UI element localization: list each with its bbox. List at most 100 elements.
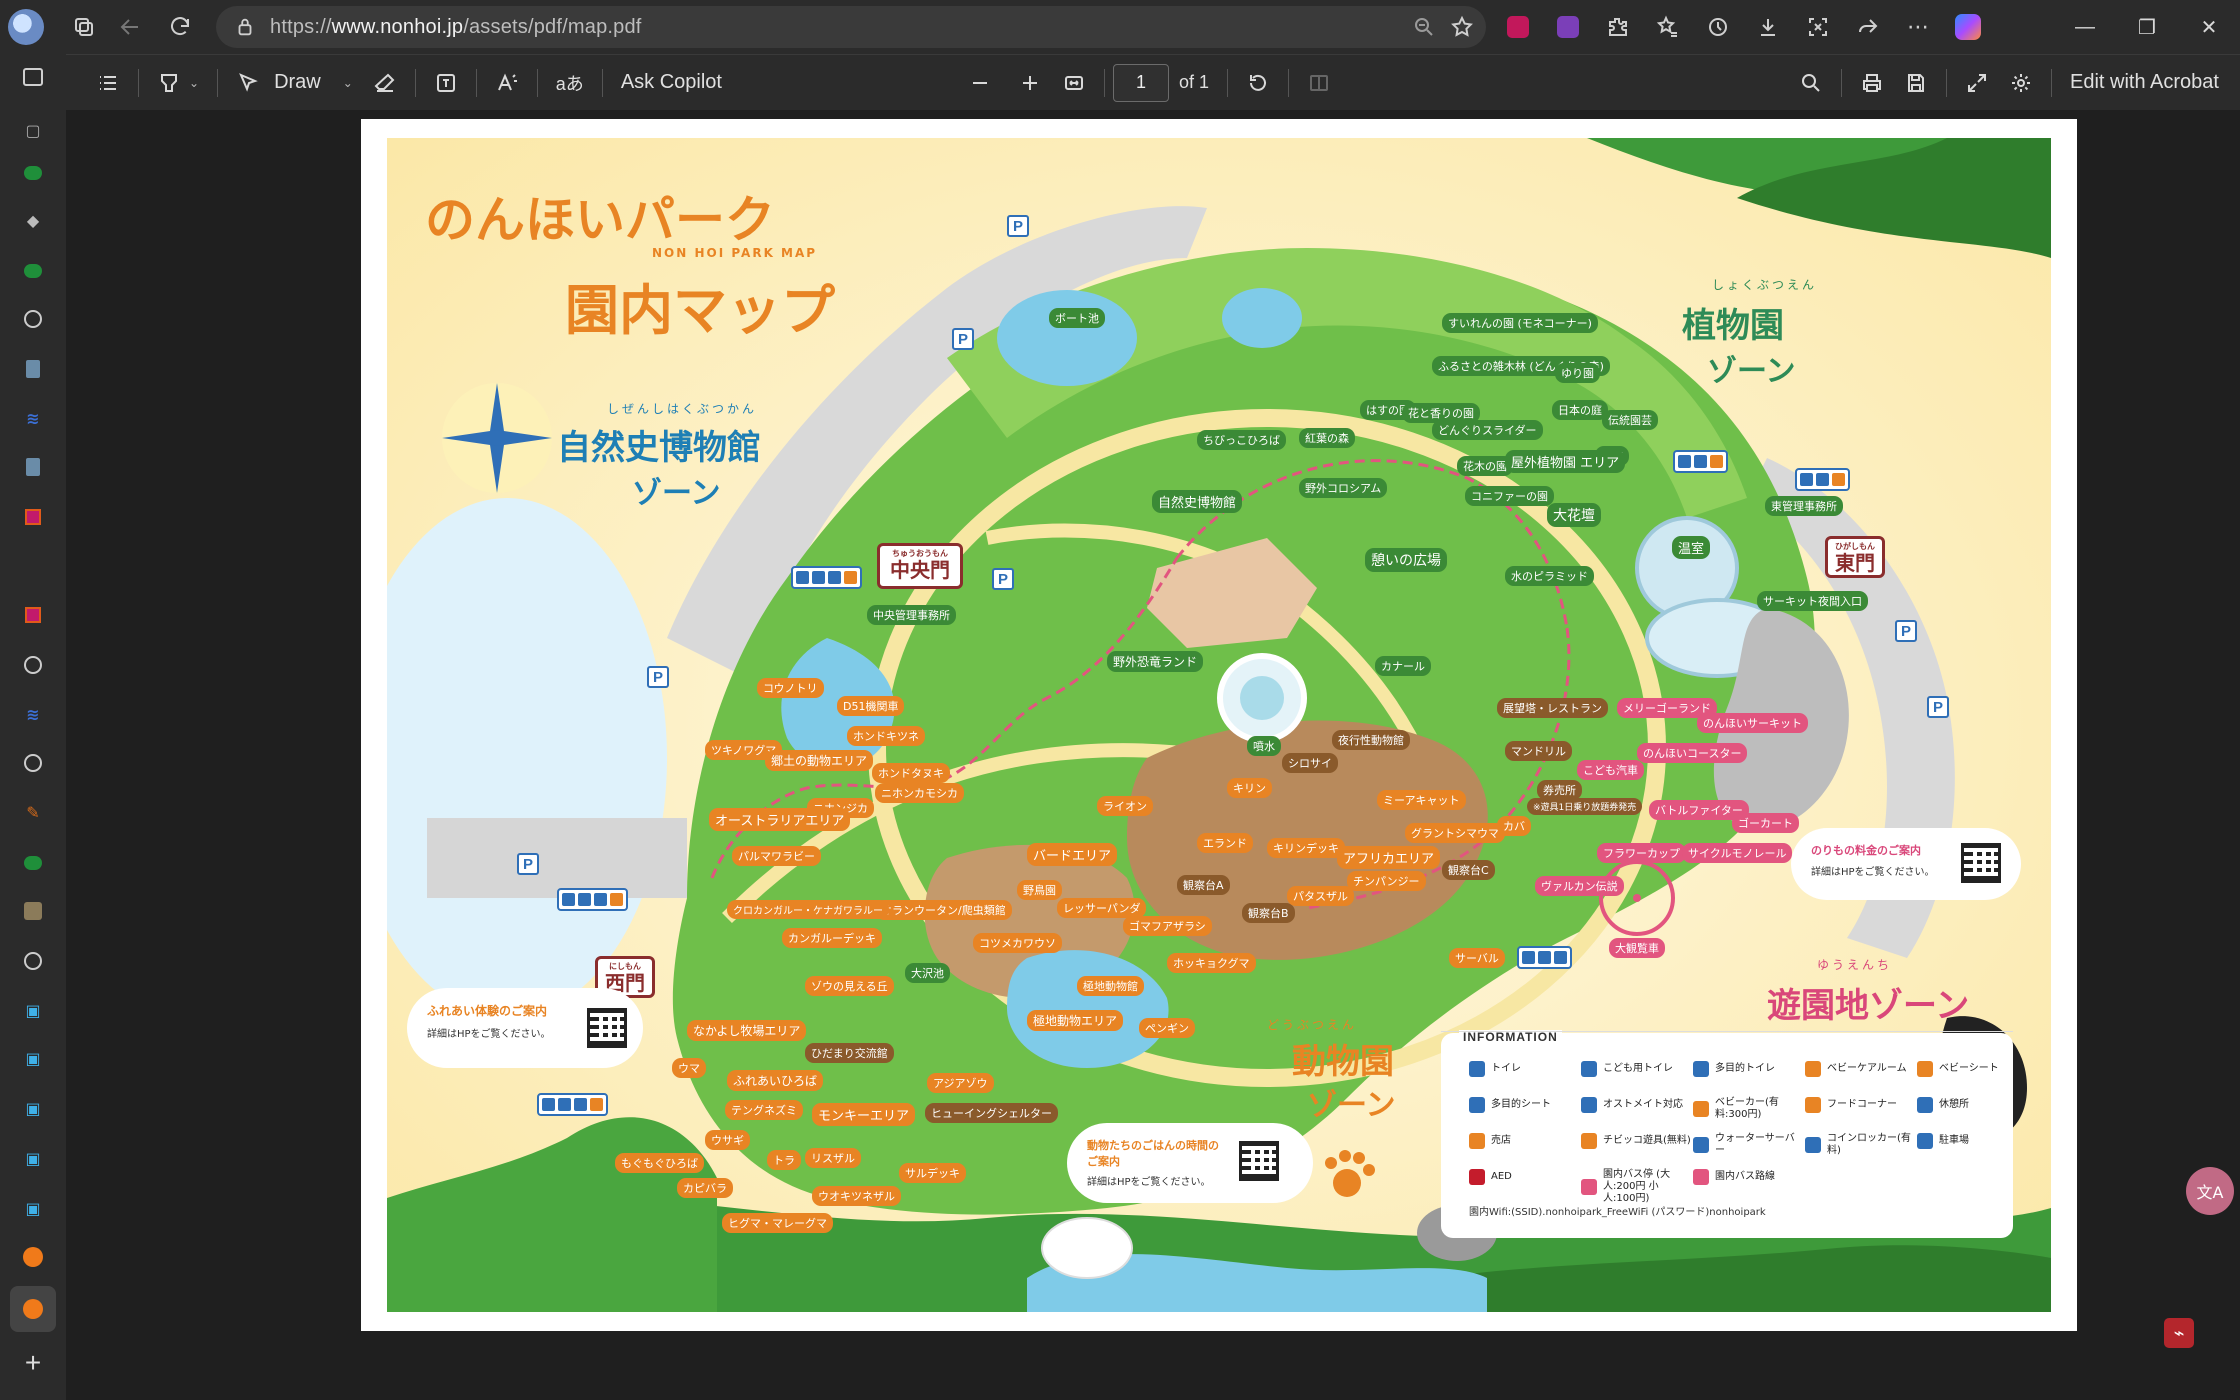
observatory-label: 展望塔・レストラン xyxy=(1497,698,1608,718)
fit-page-icon[interactable] xyxy=(1052,63,1096,103)
ask-copilot-button[interactable]: Ask Copilot xyxy=(611,63,732,103)
edit-with-acrobat-button[interactable]: Edit with Acrobat xyxy=(2060,63,2229,103)
tab-green-icon-1[interactable] xyxy=(18,158,48,188)
info-line xyxy=(1441,1031,2013,1032)
tab-image-icon[interactable] xyxy=(18,896,48,926)
tab-tv-icon-5[interactable]: ▣ xyxy=(18,1194,48,1224)
tab-document-icon[interactable]: ▢ xyxy=(18,116,48,146)
screenshot-icon[interactable] xyxy=(1796,5,1840,49)
extensions-puzzle-icon[interactable] xyxy=(1596,5,1640,49)
legend-item-label: 園内バス停 (大人:200円 小人:100円) xyxy=(1603,1169,1671,1204)
rabbit-label: ウサギ xyxy=(705,1130,750,1150)
tab-stack-icon-1[interactable]: ≋ xyxy=(18,404,48,434)
downloads-icon[interactable] xyxy=(1746,5,1790,49)
history-icon[interactable] xyxy=(1696,5,1740,49)
translate-floating-button[interactable]: 文A xyxy=(2186,1167,2234,1215)
osawaike-label: 大沢池 xyxy=(905,963,950,983)
tab-github-icon-2[interactable] xyxy=(18,650,48,680)
legend-symbol-icon xyxy=(1805,1097,1821,1113)
zoo-zone-title: 動物園 xyxy=(1292,1042,1394,1082)
favorites-icon[interactable] xyxy=(1646,5,1690,49)
tab-green-icon-3[interactable] xyxy=(18,848,48,878)
share-icon[interactable] xyxy=(1846,5,1890,49)
tab-github-icon-4[interactable] xyxy=(18,946,48,976)
back-icon[interactable] xyxy=(108,5,152,49)
legend-symbol-icon xyxy=(1469,1097,1485,1113)
legend-item: 多目的シート xyxy=(1469,1097,1551,1113)
profile-avatar[interactable] xyxy=(8,9,44,45)
close-icon[interactable]: ✕ xyxy=(2178,0,2240,54)
flower-cup-label: フラワーカップ xyxy=(1597,843,1686,863)
tab-green-icon-2[interactable] xyxy=(18,256,48,286)
tab-actions-icon[interactable] xyxy=(62,5,106,49)
tab-doc-icon-1[interactable] xyxy=(18,354,48,384)
yagai-colosseum-label: 野外コロシアム xyxy=(1299,478,1388,498)
rotate-icon[interactable] xyxy=(1236,63,1280,103)
spectator-c-label: 観察台C xyxy=(1442,860,1495,880)
draw-button[interactable]: Draw ⌄ xyxy=(226,63,363,103)
settings-gear-icon[interactable] xyxy=(1999,63,2043,103)
read-aloud-icon[interactable] xyxy=(485,63,529,103)
viewing-shelter-label: ヒューイングシェルター xyxy=(925,1103,1058,1123)
translate-icon[interactable]: aあ xyxy=(546,63,594,103)
highlight-icon[interactable]: ⌄ xyxy=(147,63,209,103)
page-view-icon[interactable] xyxy=(1297,63,1341,103)
legend-item-label: ベビーシート xyxy=(1939,1063,1999,1074)
legend-item: ベビーカー(有料:300円) xyxy=(1693,1097,1803,1121)
save-icon[interactable] xyxy=(1894,63,1938,103)
eraser-icon[interactable] xyxy=(363,63,407,103)
zoom-icon[interactable] xyxy=(1412,15,1436,39)
page-number-input[interactable]: 1 xyxy=(1112,63,1169,102)
tab-github-icon-1[interactable] xyxy=(18,304,48,334)
mizu-pyramid-label: 水のピラミッド xyxy=(1505,566,1594,586)
tab-panel-icon[interactable] xyxy=(23,68,43,86)
refresh-icon[interactable] xyxy=(158,5,202,49)
zoom-in-icon[interactable] xyxy=(1008,63,1052,103)
tab-app-icon-1[interactable] xyxy=(18,502,48,532)
add-text-icon[interactable] xyxy=(424,63,468,103)
legend-item: フードコーナー xyxy=(1805,1097,1897,1113)
yakou-label: 夜行性動物館 xyxy=(1332,730,1410,750)
tab-orange-icon-active[interactable] xyxy=(10,1286,56,1332)
tab-tv-icon-4[interactable]: ▣ xyxy=(18,1144,48,1174)
zoom-out-icon[interactable] xyxy=(958,63,1002,103)
legend-item-label: ベビーケアルーム xyxy=(1827,1063,1907,1074)
print-icon[interactable] xyxy=(1850,63,1894,103)
more-menu-icon[interactable]: ⋯ xyxy=(1896,5,1940,49)
tab-orange-icon-1[interactable] xyxy=(18,1242,48,1272)
contents-list-icon[interactable] xyxy=(86,63,130,103)
favorite-star-icon[interactable] xyxy=(1450,15,1474,39)
onenote-extension-icon[interactable] xyxy=(1546,5,1590,49)
tab-tv-icon-1[interactable]: ▣ xyxy=(18,996,48,1026)
tab-pen-icon[interactable]: ✎ xyxy=(18,798,48,828)
parking-marker: P xyxy=(1895,620,1917,642)
kirin-deck-label: キリンデッキ xyxy=(1267,838,1345,858)
tab-tv-icon-3[interactable]: ▣ xyxy=(18,1094,48,1124)
minimize-icon[interactable]: — xyxy=(2054,0,2116,54)
site-info-icon[interactable] xyxy=(234,16,256,38)
acrobat-pdf-icon[interactable]: ⌁ xyxy=(2164,1318,2194,1348)
pdf-document-area[interactable]: のんほいパーク NON HOI PARK MAP 園内マップ しぜんしはくぶつか… xyxy=(66,110,2240,1400)
tab-doc-icon-2[interactable] xyxy=(18,452,48,482)
kodomo-kisha-label: こども汽車 xyxy=(1577,760,1644,780)
tab-github-icon-3[interactable] xyxy=(18,748,48,778)
nihon-kamoshika-label: ニホンカモシカ xyxy=(875,783,964,803)
tab-tv-icon-2[interactable]: ▣ xyxy=(18,1044,48,1074)
address-bar[interactable]: https://www.nonhoi.jp/assets/pdf/map.pdf xyxy=(216,6,1486,48)
search-icon[interactable] xyxy=(1789,63,1833,103)
legend-item-label: トイレ xyxy=(1491,1063,1521,1074)
zoo-zone-kana: どうぶつえん xyxy=(1267,1018,1358,1032)
spectator-b-label: 観察台B xyxy=(1242,903,1295,923)
meerkat-label: ミーアキャット xyxy=(1377,790,1466,810)
legend-item: チビッコ遊具(無料) xyxy=(1581,1133,1691,1149)
tab-stack-icon-2[interactable]: ≋ xyxy=(18,700,48,730)
new-tab-plus-icon[interactable]: + xyxy=(18,1347,48,1378)
restore-icon[interactable]: ❐ xyxy=(2116,0,2178,54)
tab-ghost-icon[interactable]: ◆ xyxy=(18,206,48,236)
browser-top-bar: https://www.nonhoi.jp/assets/pdf/map.pdf… xyxy=(0,0,2240,54)
fullscreen-icon[interactable] xyxy=(1955,63,1999,103)
copilot-icon[interactable] xyxy=(1946,5,1990,49)
tab-app-icon-2[interactable] xyxy=(18,600,48,630)
translate-extension-icon[interactable] xyxy=(1496,5,1540,49)
legend-item: 多目的トイレ xyxy=(1693,1061,1775,1077)
